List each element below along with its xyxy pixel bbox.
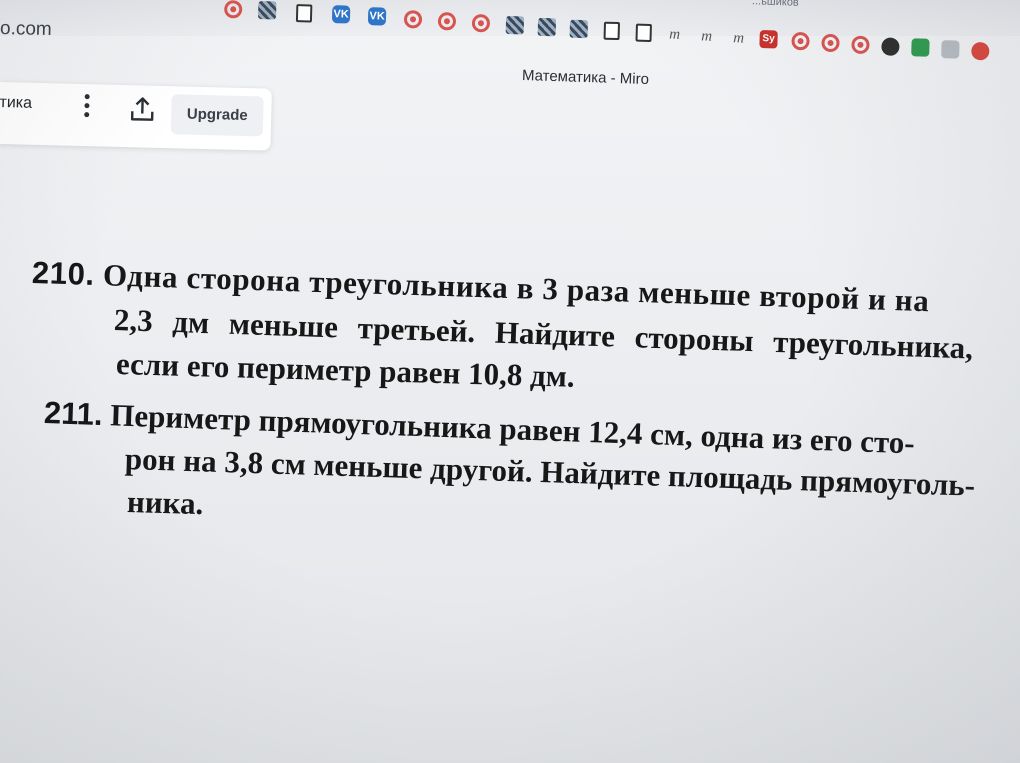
- m-icon[interactable]: m: [697, 27, 715, 45]
- grid-icon[interactable]: [537, 17, 557, 37]
- target-icon[interactable]: [851, 35, 870, 55]
- upgrade-button[interactable]: Upgrade: [170, 94, 264, 137]
- screen: o.com ...ьшиков VK VK m m m Sy Математик…: [0, 0, 1020, 763]
- problem-211-line-3: ника.: [126, 484, 204, 522]
- more-vertical-icon-dot: [84, 112, 90, 118]
- document-icon[interactable]: [635, 23, 652, 43]
- target-icon[interactable]: [821, 33, 840, 53]
- bookmarks-bar: o.com ...ьшиков VK VK m m m Sy: [0, 0, 1020, 61]
- share-button[interactable]: [127, 95, 158, 124]
- extension-icon[interactable]: [941, 40, 960, 59]
- target-icon[interactable]: [471, 13, 491, 33]
- document-icon[interactable]: [295, 4, 313, 23]
- document-icon[interactable]: [603, 21, 621, 41]
- upload-icon: [130, 97, 154, 121]
- extension-icon[interactable]: [881, 37, 900, 56]
- grid-icon[interactable]: [505, 15, 525, 35]
- m-icon[interactable]: m: [665, 25, 683, 43]
- bookmark-icons: VK VK m m m Sy: [222, 0, 1020, 61]
- extension-icon[interactable]: [971, 41, 990, 61]
- target-icon[interactable]: [223, 0, 243, 19]
- m-icon[interactable]: m: [729, 29, 747, 47]
- problem-number: 211.: [43, 395, 104, 433]
- grid-icon[interactable]: [569, 19, 589, 39]
- target-icon[interactable]: [403, 10, 423, 29]
- sy-icon[interactable]: Sy: [759, 30, 778, 49]
- extension-icon[interactable]: [911, 38, 930, 57]
- profile-name[interactable]: ...ьшиков: [752, 0, 799, 9]
- more-vertical-icon-dot: [84, 103, 90, 109]
- vk-icon[interactable]: VK: [367, 7, 387, 26]
- target-icon[interactable]: [791, 31, 810, 51]
- vk-icon[interactable]: VK: [331, 5, 351, 24]
- target-icon[interactable]: [437, 12, 457, 31]
- tab-title: Математика - Miro: [521, 67, 650, 88]
- more-vertical-icon: [84, 94, 90, 100]
- grid-icon[interactable]: [257, 1, 277, 20]
- address-bar-url[interactable]: o.com: [0, 18, 52, 41]
- board-name[interactable]: тика: [0, 94, 32, 113]
- miro-toolbar: тика Upgrade: [0, 82, 272, 151]
- problem-number: 210.: [31, 255, 96, 292]
- more-options-button[interactable]: [77, 92, 98, 120]
